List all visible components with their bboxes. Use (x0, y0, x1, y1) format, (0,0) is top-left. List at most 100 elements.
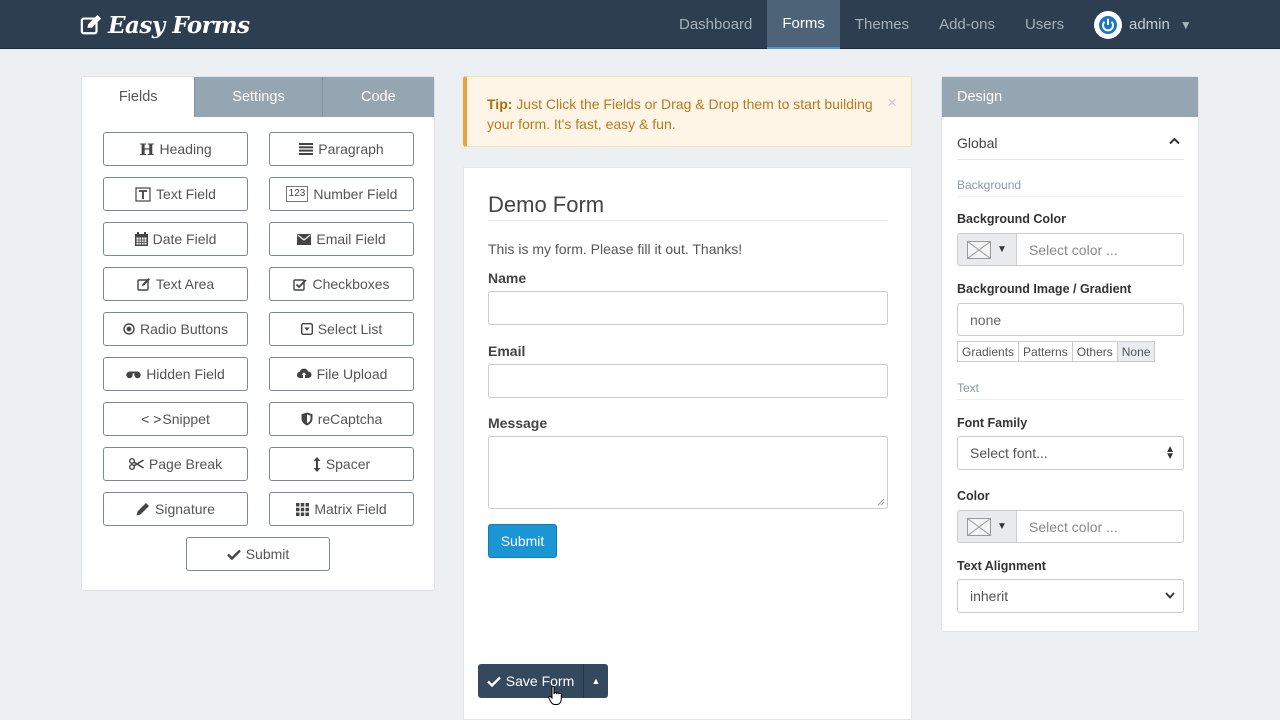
design-title: Design (942, 77, 1198, 117)
gradients-button[interactable]: Gradients (957, 341, 1020, 362)
message-label: Message (488, 415, 548, 431)
edit-icon (80, 14, 102, 35)
brand-name: Easy Forms (108, 11, 250, 39)
select-icon (300, 323, 313, 335)
no-color-swatch-icon (967, 240, 992, 259)
text-alignment-select[interactable]: inherit (957, 579, 1184, 613)
number-icon: 123 (285, 186, 309, 202)
text-section-title: Text (957, 381, 1184, 400)
user-name: admin (1129, 16, 1170, 33)
scissors-icon (128, 458, 144, 470)
nav-dashboard[interactable]: Dashboard (664, 0, 767, 49)
main-nav: Dashboard Forms Themes Add-ons Users (664, 0, 1079, 49)
chevron-down-icon (1165, 592, 1175, 599)
tab-code[interactable]: Code (321, 77, 434, 117)
matrix-field-button[interactable]: Matrix Field (269, 492, 414, 526)
tip-label: Tip: (487, 96, 513, 112)
nav-forms[interactable]: Forms (767, 0, 840, 49)
hand-cursor-icon (548, 686, 562, 705)
text-alignment-label: Text Alignment (957, 559, 1046, 573)
background-image-input[interactable]: none (957, 303, 1184, 336)
heading-field-button[interactable]: H Heading (103, 132, 248, 166)
edit-icon (137, 277, 151, 291)
checkboxes-button[interactable]: Checkboxes (269, 267, 414, 301)
panel-tabs: Fields Settings Code (82, 77, 434, 117)
nav-users[interactable]: Users (1010, 0, 1079, 49)
background-section-title: Background (957, 178, 1184, 197)
radio-icon (123, 323, 135, 335)
code-icon: < > (141, 411, 162, 427)
form-preview: Demo Form This is my form. Please fill i… (463, 167, 912, 720)
name-label: Name (488, 270, 527, 286)
form-description: This is my form. Please fill it out. Tha… (488, 241, 743, 257)
heading-icon: H (139, 139, 155, 159)
top-navbar: Easy Forms Dashboard Forms Themes Add-on… (0, 0, 1280, 49)
background-type-buttons: Gradients Patterns Others None (957, 341, 1156, 362)
select-list-button[interactable]: Select List (269, 312, 414, 346)
close-icon[interactable]: × (887, 93, 897, 113)
caret-down-icon: ▼ (1179, 17, 1192, 32)
paragraph-icon (299, 143, 314, 155)
tab-fields[interactable]: Fields (82, 77, 195, 117)
spacer-button[interactable]: Spacer (269, 447, 414, 481)
others-button[interactable]: Others (1071, 341, 1118, 362)
save-form-button[interactable]: Save Form (478, 664, 583, 698)
eye-slash-icon (126, 370, 141, 379)
caret-down-icon: ▼ (997, 244, 1007, 255)
grid-icon (296, 502, 310, 516)
radio-buttons-button[interactable]: Radio Buttons (103, 312, 248, 346)
text-color-input[interactable]: Select color ... (1017, 510, 1184, 543)
design-panel: Design Global Background Background Colo… (941, 76, 1199, 632)
font-family-label: Font Family (957, 416, 1028, 430)
date-field-button[interactable]: Date Field (103, 222, 248, 256)
fields-panel: Fields Settings Code H Heading Paragraph… (81, 76, 435, 591)
submit-field-button[interactable]: Submit (186, 537, 330, 571)
calendar-icon (134, 232, 148, 246)
background-image-label: Background Image / Gradient (957, 282, 1132, 296)
file-upload-button[interactable]: File Upload (269, 357, 414, 391)
signature-button[interactable]: Signature (103, 492, 248, 526)
text-field-icon (135, 186, 151, 202)
text-color-picker: ▼ Select color ... (957, 510, 1184, 543)
email-field-button[interactable]: Email Field (269, 222, 414, 256)
check-icon (486, 676, 501, 687)
nav-themes[interactable]: Themes (840, 0, 924, 49)
submit-button[interactable]: Submit (488, 524, 557, 558)
paragraph-field-button[interactable]: Paragraph (269, 132, 414, 166)
text-area-button[interactable]: Text Area (103, 267, 248, 301)
sort-icon: ▲ ▼ (1165, 444, 1175, 462)
save-form-group: Save Form ▲ (478, 664, 608, 698)
text-color-swatch[interactable]: ▼ (957, 510, 1017, 543)
text-field-button[interactable]: Text Field (103, 177, 248, 211)
patterns-button[interactable]: Patterns (1018, 341, 1073, 362)
number-field-button[interactable]: 123 Number Field (269, 177, 414, 211)
message-textarea[interactable] (488, 436, 888, 509)
global-accordion[interactable]: Global (957, 135, 1184, 160)
background-color-input[interactable]: Select color ... (1017, 233, 1184, 266)
chevron-up-icon (1169, 137, 1180, 145)
background-color-swatch[interactable]: ▼ (957, 233, 1017, 266)
font-family-select[interactable]: Select font... ▲ ▼ (957, 436, 1184, 470)
color-label: Color (957, 489, 990, 503)
background-color-label: Background Color (957, 212, 1067, 226)
shield-icon (301, 412, 313, 426)
name-input[interactable] (488, 291, 888, 325)
checkbox-icon (293, 278, 308, 291)
recaptcha-button[interactable]: reCaptcha (269, 402, 414, 436)
brand-logo[interactable]: Easy Forms (80, 8, 250, 42)
form-title: Demo Form (488, 192, 888, 221)
snippet-button[interactable]: < > Snippet (103, 402, 248, 436)
resize-handle-icon[interactable] (877, 498, 885, 506)
user-menu[interactable]: admin ▼ (1094, 0, 1192, 49)
none-button[interactable]: None (1116, 341, 1156, 362)
save-options-caret[interactable]: ▲ (583, 664, 608, 698)
background-color-picker: ▼ Select color ... (957, 233, 1184, 266)
page-break-button[interactable]: Page Break (103, 447, 248, 481)
tab-settings[interactable]: Settings (194, 77, 322, 117)
email-input[interactable] (488, 364, 888, 398)
no-color-swatch-icon (967, 517, 992, 536)
pencil-icon (136, 502, 150, 516)
nav-addons[interactable]: Add-ons (924, 0, 1010, 49)
hidden-field-button[interactable]: Hidden Field (103, 357, 248, 391)
upload-icon (296, 368, 312, 380)
